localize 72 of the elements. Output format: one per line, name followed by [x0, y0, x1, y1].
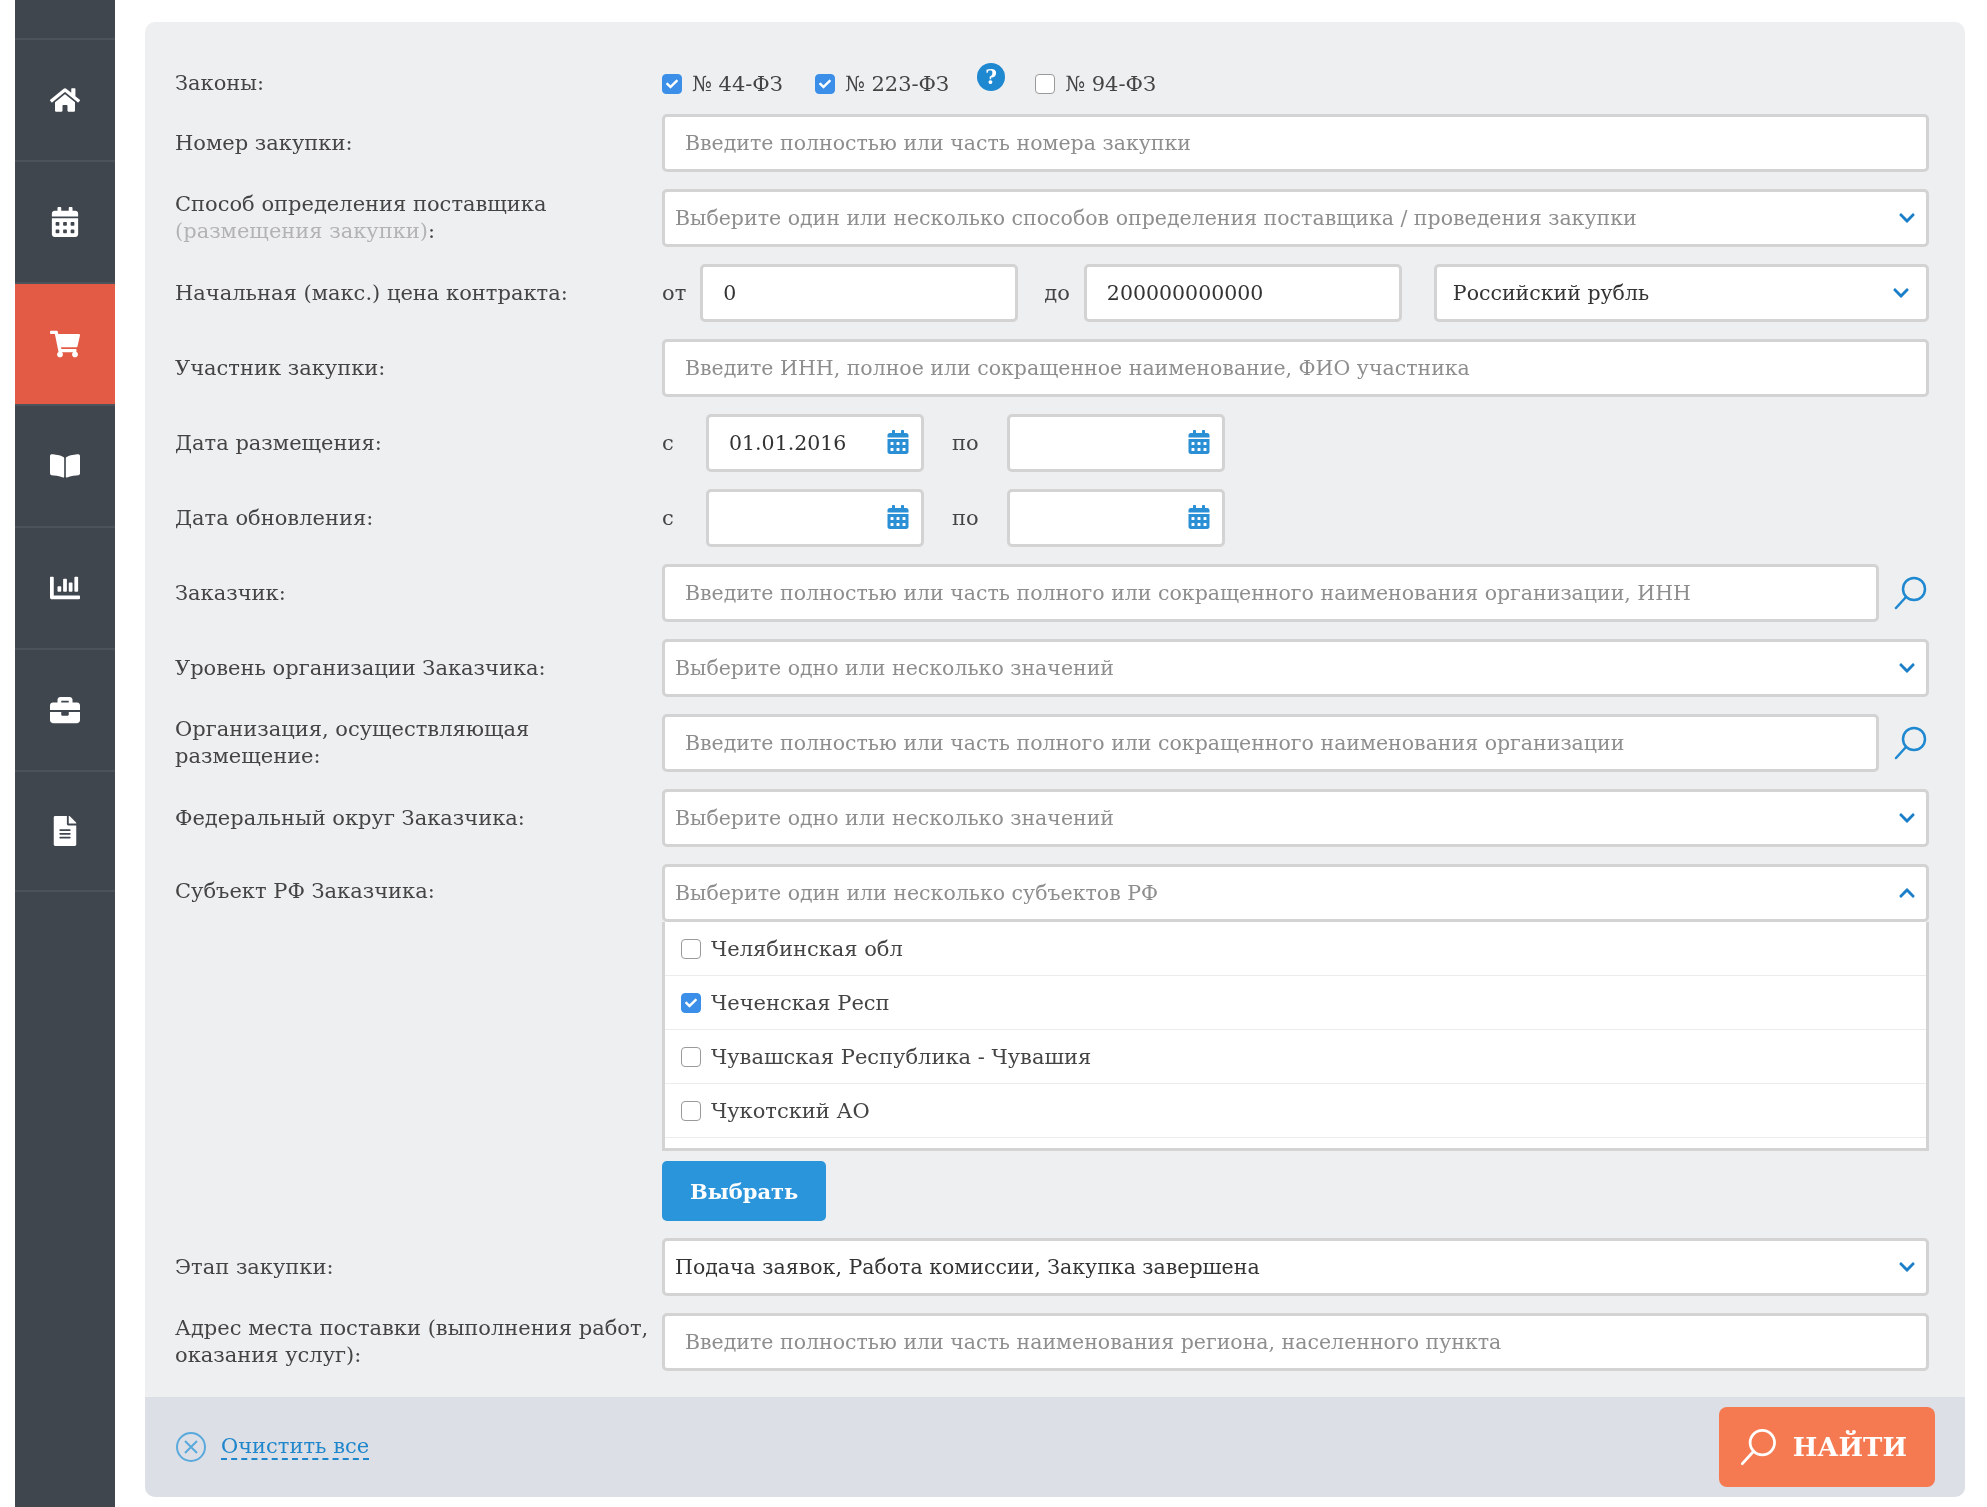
checkbox-label: № 44-ФЗ: [692, 71, 783, 96]
calendar-icon: [50, 207, 80, 237]
from-label: от: [662, 281, 687, 306]
date-field[interactable]: [1006, 414, 1225, 473]
price-from-field[interactable]: 0: [700, 264, 1019, 323]
home-icon: [50, 85, 80, 115]
book-icon: [50, 451, 80, 481]
field-label: Организация, осуществляющая размещение:: [175, 716, 531, 771]
cart-icon: [50, 329, 80, 359]
option-label: Чувашская Республика - Чувашия: [711, 1044, 1092, 1069]
field-label: Способ определения поставщика (размещения закупки):: [175, 191, 548, 246]
field-label: Дата размещения:: [175, 429, 383, 457]
date-field[interactable]: [706, 489, 924, 548]
checkbox[interactable]: [681, 938, 701, 959]
date-field[interactable]: 01.01.2016: [706, 414, 924, 473]
checkbox-label: № 94-ФЗ: [1065, 71, 1157, 96]
option-label: Чеченская Респ: [711, 990, 890, 1015]
input-field[interactable]: Введите полностью или часть наименования региона, населенного пункта: [662, 1313, 1929, 1372]
field-label: Законы:: [175, 70, 266, 97]
calendar-icon[interactable]: [1186, 430, 1211, 455]
dropdown-field[interactable]: Выберите один или несколько способов определения поставщика / проведения закупки: [662, 189, 1929, 248]
currency-dropdown[interactable]: Российский рубль: [1433, 264, 1929, 323]
input-field[interactable]: Введите полностью или часть полного или сокращенного наименования организации, ИНН: [662, 564, 1879, 623]
search-icon: [1738, 1427, 1779, 1468]
field-label: Начальная (макс.) цена контракта:: [175, 279, 569, 307]
dropdown-field[interactable]: Выберите один или несколько субъектов РФ: [662, 864, 1929, 923]
option-label: Челябинская обл: [711, 936, 903, 961]
field-label: Заказчик:: [175, 579, 287, 607]
from-label: с: [662, 506, 675, 531]
select-button[interactable]: Выбрать: [662, 1161, 827, 1222]
field-label: Участник закупки:: [175, 354, 387, 382]
from-label: с: [662, 431, 675, 456]
search-icon[interactable]: [1893, 575, 1929, 612]
field-label: Этап закупки:: [175, 1253, 335, 1281]
to-label: до: [1044, 281, 1070, 306]
input-field[interactable]: Введите ИНН, полное или сокращенное наименование, ФИО участника: [662, 339, 1929, 398]
check-icon: [666, 77, 678, 90]
calendar-icon[interactable]: [886, 430, 910, 455]
field-label: Уровень организации Заказчика:: [175, 654, 547, 682]
checkbox[interactable]: [681, 1046, 701, 1067]
checkbox-label: № 223-ФЗ: [844, 71, 950, 96]
sidebar-item[interactable]: [15, 770, 115, 892]
search-icon[interactable]: [1893, 725, 1929, 762]
field-label: Федеральный округ Заказчика:: [175, 804, 526, 832]
field-label: Номер закупки:: [175, 129, 354, 157]
clear-icon[interactable]: [175, 1431, 207, 1464]
input-field[interactable]: Введите полностью или часть полного или сокращенного наименования организации: [662, 714, 1879, 773]
check-icon: [818, 77, 831, 90]
check-icon: [685, 996, 697, 1009]
price-to-field[interactable]: 200000000000: [1083, 264, 1402, 323]
field-label: Дата обновления:: [175, 504, 375, 532]
calendar-icon[interactable]: [1186, 505, 1211, 530]
checkbox[interactable]: [1035, 73, 1056, 94]
dropdown-field[interactable]: Выберите одно или несколько значений: [662, 789, 1929, 848]
calendar-icon[interactable]: [886, 505, 910, 530]
field-label: Субъект РФ Заказчика:: [175, 878, 436, 906]
checkbox[interactable]: [814, 73, 835, 94]
clear-all-link[interactable]: Очистить все: [221, 1434, 370, 1461]
checkbox[interactable]: [681, 1100, 701, 1121]
help-icon[interactable]: ?: [977, 62, 1006, 91]
field-label: Адрес места поставки (выполнения работ, оказания услуг):: [175, 1315, 650, 1370]
checkbox[interactable]: [681, 992, 701, 1013]
find-button[interactable]: НАЙТИ: [1718, 1407, 1935, 1488]
to-label: по: [952, 431, 979, 456]
input-field[interactable]: Введите полностью или часть номера закупки: [662, 114, 1929, 173]
to-label: по: [952, 506, 979, 531]
date-field[interactable]: [1006, 489, 1225, 548]
dropdown-field[interactable]: Выберите одно или несколько значений: [662, 639, 1929, 698]
dropdown-field[interactable]: Подача заявок, Работа комиссии, Закупка завершена: [662, 1238, 1929, 1297]
option-label: Чукотский АО: [711, 1098, 870, 1123]
briefcase-icon: [50, 695, 80, 725]
checkbox[interactable]: [662, 73, 682, 94]
